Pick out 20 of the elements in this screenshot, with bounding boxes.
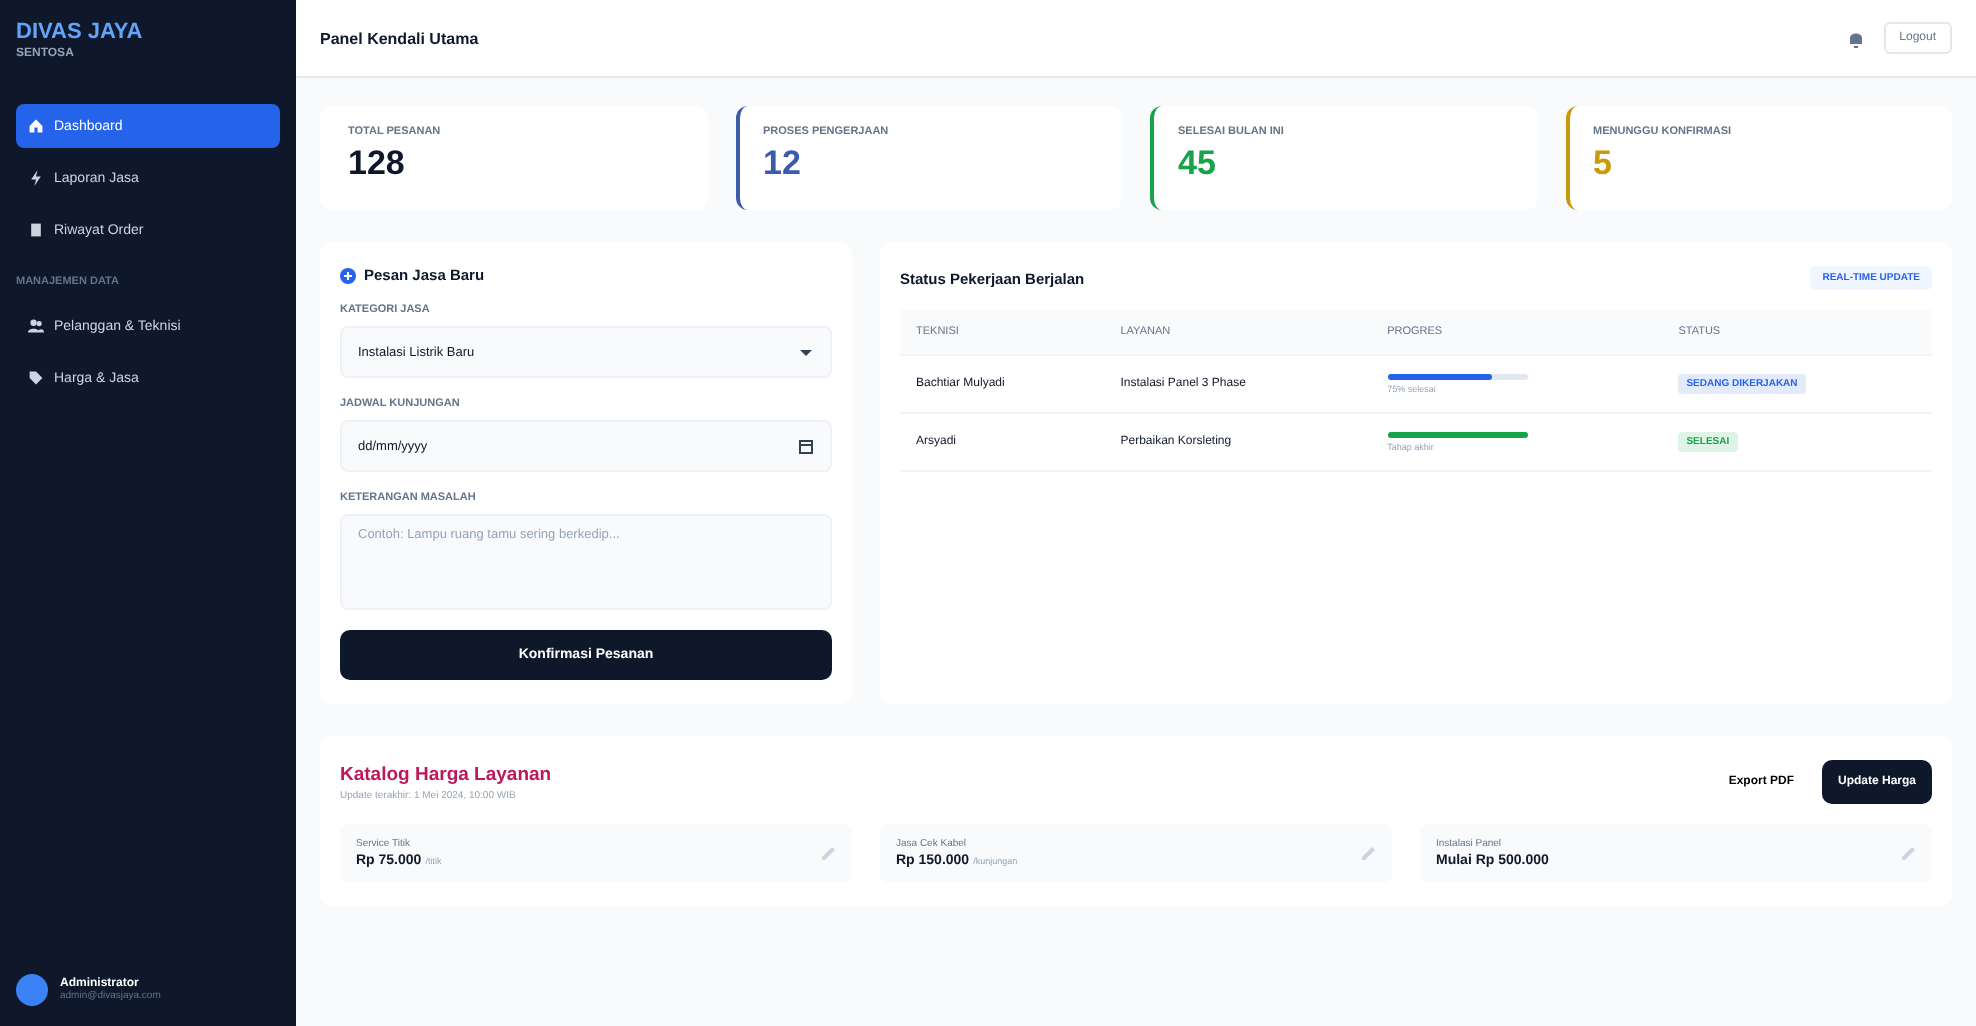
brand-name: DIVAS JAYA [16, 20, 145, 44]
avatar [16, 974, 48, 1006]
edit-icon[interactable] [1362, 846, 1376, 860]
caret-icon [798, 344, 814, 360]
stat-value: 45 [1178, 144, 1218, 184]
calendar-icon [798, 438, 814, 454]
edit-icon[interactable] [1902, 846, 1916, 860]
document-icon [28, 222, 44, 238]
stat-value: 12 [763, 144, 803, 184]
bell-icon[interactable] [1847, 29, 1864, 47]
catalog-title: Katalog Harga Layanan [340, 763, 554, 785]
edit-icon[interactable] [822, 846, 836, 860]
bolt-icon [28, 170, 44, 186]
users-icon [28, 318, 44, 334]
page-title: Panel Kendali Utama [320, 29, 481, 47]
stat-value: 128 [348, 144, 407, 184]
stat-value: 5 [1593, 144, 1614, 184]
tag-icon [28, 370, 44, 386]
plus-circle-icon [340, 267, 356, 283]
home-icon [28, 118, 44, 134]
